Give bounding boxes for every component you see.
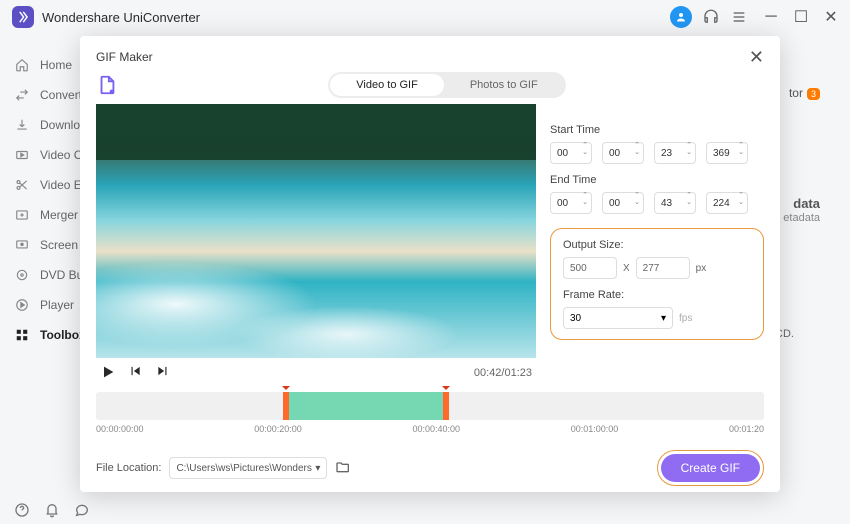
timeline[interactable] xyxy=(96,392,764,420)
close-window-button[interactable]: ✕ xyxy=(824,10,838,24)
tab-photos-to-gif[interactable]: Photos to GIF xyxy=(444,74,564,96)
start-ms-input[interactable]: 369 xyxy=(706,142,748,164)
bottom-icons xyxy=(14,502,90,518)
chevron-down-icon: ▾ xyxy=(315,463,320,474)
end-ms-input[interactable]: 224 xyxy=(706,192,748,214)
app-logo xyxy=(12,6,34,28)
add-file-button[interactable] xyxy=(96,74,118,96)
start-time-label: Start Time xyxy=(550,124,764,136)
close-modal-button[interactable]: ✕ xyxy=(749,48,764,66)
timeline-start-handle[interactable] xyxy=(283,392,289,420)
output-height-input[interactable]: 277 xyxy=(636,257,690,279)
headset-icon[interactable] xyxy=(702,8,720,26)
titlebar: Wondershare UniConverter ─ ☐ ✕ xyxy=(0,0,850,34)
timeline-end-handle[interactable] xyxy=(443,392,449,420)
disc-icon xyxy=(14,267,30,283)
tab-video-to-gif[interactable]: Video to GIF xyxy=(330,74,444,96)
size-unit: px xyxy=(696,263,707,274)
next-frame-button[interactable] xyxy=(156,364,174,382)
minimize-button[interactable]: ─ xyxy=(764,10,778,24)
time-display: 00:42/01:23 xyxy=(474,367,532,379)
toolbox-icon xyxy=(14,327,30,343)
frame-rate-label: Frame Rate: xyxy=(563,289,751,301)
scissors-icon xyxy=(14,177,30,193)
app-title: Wondershare UniConverter xyxy=(42,10,670,25)
chevron-down-icon: ▾ xyxy=(661,313,666,324)
user-avatar[interactable] xyxy=(670,6,692,28)
timeline-ticks: 00:00:00:00 00:00:20:00 00:00:40:00 00:0… xyxy=(96,424,764,434)
help-icon[interactable] xyxy=(14,502,30,518)
background-text: tor3 xyxy=(789,86,820,100)
end-min-input[interactable]: 00 xyxy=(602,192,644,214)
mode-tabs: Video to GIF Photos to GIF xyxy=(328,72,565,98)
menu-icon[interactable] xyxy=(730,8,748,26)
file-location-select[interactable]: C:\Users\ws\Pictures\Wonders▾ xyxy=(169,457,327,479)
screen-record-icon xyxy=(14,237,30,253)
end-hour-input[interactable]: 00 xyxy=(550,192,592,214)
start-hour-input[interactable]: 00 xyxy=(550,142,592,164)
timeline-selection[interactable] xyxy=(284,392,444,420)
feedback-icon[interactable] xyxy=(74,502,90,518)
output-size-label: Output Size: xyxy=(563,239,751,251)
output-settings-box: Output Size: 500 X 277 px Frame Rate: 30… xyxy=(550,228,764,340)
download-icon xyxy=(14,117,30,133)
video-compress-icon xyxy=(14,147,30,163)
bell-icon[interactable] xyxy=(44,502,60,518)
player-controls: 00:42/01:23 xyxy=(96,358,536,388)
merger-icon xyxy=(14,207,30,223)
convert-icon xyxy=(14,87,30,103)
end-sec-input[interactable]: 43 xyxy=(654,192,696,214)
modal-title: GIF Maker xyxy=(96,50,153,64)
size-separator: X xyxy=(623,263,630,274)
background-text: etadata xyxy=(783,212,820,224)
home-icon xyxy=(14,57,30,73)
video-preview[interactable] xyxy=(96,104,536,358)
maximize-button[interactable]: ☐ xyxy=(794,10,808,24)
end-time-label: End Time xyxy=(550,174,764,186)
gif-maker-modal: GIF Maker ✕ Video to GIF Photos to GIF 0… xyxy=(80,36,780,492)
play-icon xyxy=(14,297,30,313)
sidebar-item-label: Home xyxy=(40,58,72,72)
output-width-input[interactable]: 500 xyxy=(563,257,617,279)
start-min-input[interactable]: 00 xyxy=(602,142,644,164)
background-text: data xyxy=(793,196,820,211)
create-gif-button[interactable]: Create GIF xyxy=(661,454,760,482)
frame-rate-select[interactable]: 30▾ xyxy=(563,307,673,329)
start-sec-input[interactable]: 23 xyxy=(654,142,696,164)
sidebar-item-label: Player xyxy=(40,298,74,312)
prev-frame-button[interactable] xyxy=(128,364,146,382)
frame-rate-unit: fps xyxy=(679,313,692,324)
file-location-label: File Location: xyxy=(96,462,161,474)
open-folder-button[interactable] xyxy=(335,459,353,477)
sidebar-item-label: Toolbox xyxy=(40,328,86,342)
play-button[interactable] xyxy=(100,364,118,382)
